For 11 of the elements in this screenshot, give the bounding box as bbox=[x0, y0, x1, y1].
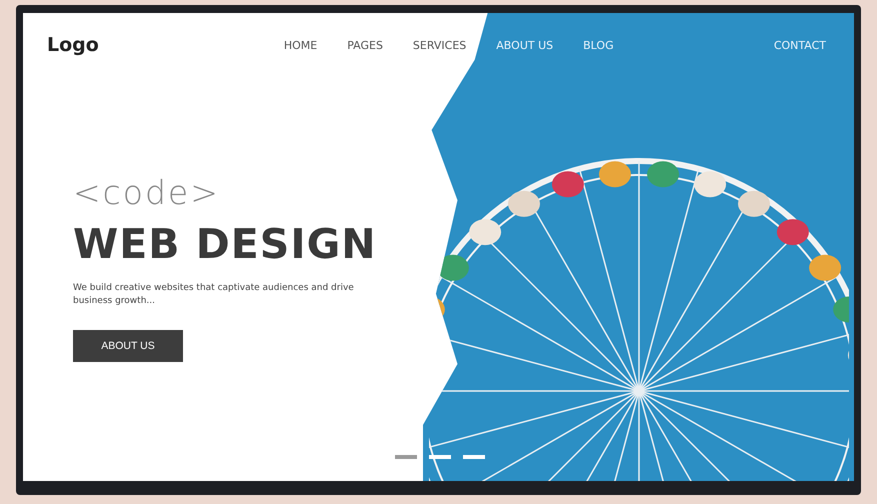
about-us-button[interactable]: ABOUT US bbox=[73, 330, 183, 362]
nav-link[interactable]: SERVICES bbox=[412, 38, 466, 52]
hero-title: WEB DESIGN bbox=[73, 220, 378, 268]
nav-link[interactable]: PAGES bbox=[347, 38, 383, 52]
hero-description: We build creative websites that captivate audiences and drive business growth... bbox=[73, 282, 355, 308]
slide-indicator[interactable] bbox=[463, 455, 485, 459]
slide-indicator[interactable] bbox=[429, 455, 451, 459]
slide-indicator[interactable] bbox=[395, 455, 417, 459]
nav-link[interactable]: HOME bbox=[284, 38, 318, 52]
logo[interactable]: Logo bbox=[47, 34, 99, 56]
code-tag-text: <code> bbox=[73, 172, 221, 212]
